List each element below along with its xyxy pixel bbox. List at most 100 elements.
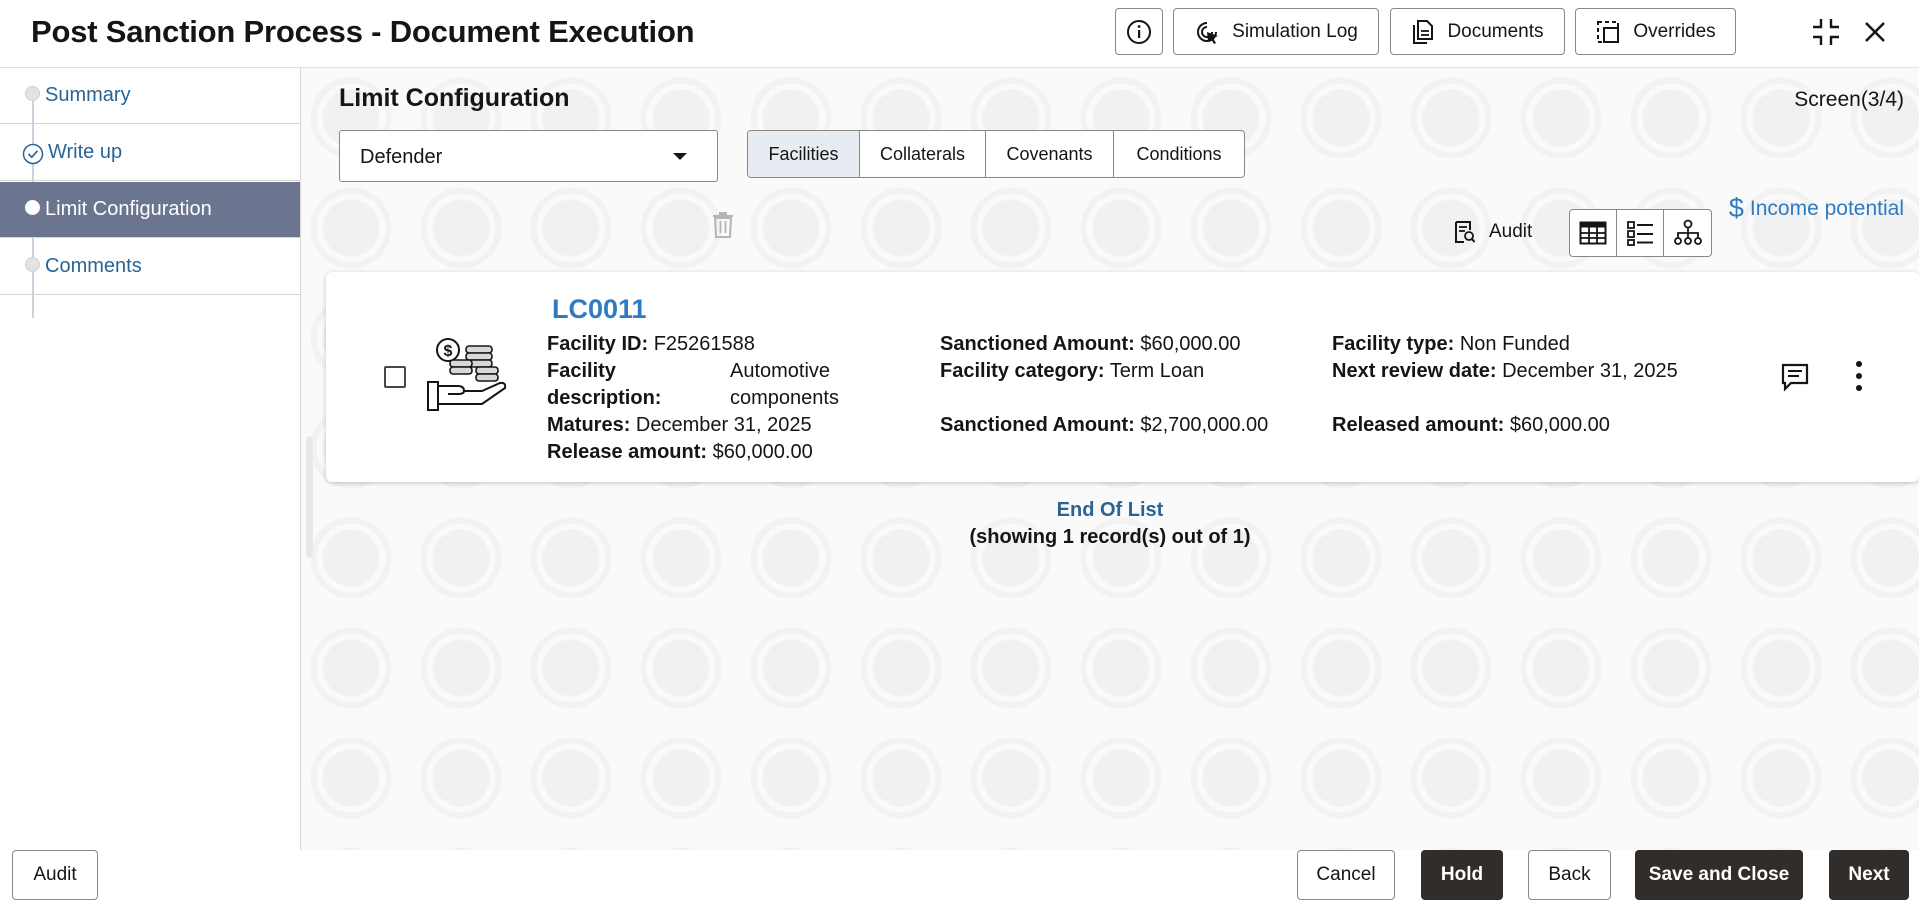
released-amount-value: $60,000.00 bbox=[1509, 414, 1610, 436]
facility-description-label: description: bbox=[547, 387, 662, 409]
income-potential-link[interactable]: $ Income potential bbox=[1729, 193, 1904, 224]
facility-category-label: Facility category: bbox=[940, 360, 1105, 382]
trash-icon bbox=[713, 212, 733, 238]
documents-label: Documents bbox=[1447, 20, 1544, 42]
close-button[interactable] bbox=[1855, 12, 1895, 52]
facility-id-field: Facility ID: F25261588 bbox=[547, 331, 755, 358]
cancel-button[interactable]: Cancel bbox=[1297, 850, 1395, 900]
released-amount-label: Released amount: bbox=[1332, 414, 1505, 436]
check-circle-icon bbox=[22, 143, 44, 165]
simulation-log-label: Simulation Log bbox=[1232, 20, 1358, 42]
chevron-down-icon bbox=[673, 153, 687, 160]
cursor-click-icon bbox=[1197, 21, 1219, 44]
facility-description-label: Facility bbox=[547, 360, 616, 382]
facility-id-value: F25261588 bbox=[653, 333, 755, 355]
facility-category-value: Term Loan bbox=[1109, 360, 1205, 382]
sanctioned-amount-2-label: Sanctioned Amount: bbox=[940, 414, 1135, 436]
hierarchy-view-button[interactable] bbox=[1664, 210, 1711, 256]
more-vertical-icon bbox=[1856, 361, 1862, 391]
next-button[interactable]: Next bbox=[1829, 850, 1909, 900]
sidebar-item-write-up[interactable]: Write up bbox=[0, 125, 300, 181]
tab-group: Facilities Collaterals Covenants Conditi… bbox=[747, 130, 1245, 178]
matures-value: December 31, 2025 bbox=[635, 414, 812, 436]
back-button[interactable]: Back bbox=[1528, 850, 1611, 900]
sanctioned-amount-value: $60,000.00 bbox=[1140, 333, 1241, 355]
view-toggle-group bbox=[1569, 209, 1712, 257]
facility-title-link[interactable]: LC0011 bbox=[552, 294, 647, 325]
sidebar-item-label: Write up bbox=[48, 141, 123, 163]
sidebar-item-summary[interactable]: Summary bbox=[0, 68, 300, 124]
facility-id-label: Facility ID: bbox=[547, 333, 649, 355]
audit-icon bbox=[1455, 221, 1475, 243]
facility-type-field: Facility type: Non Funded bbox=[1332, 331, 1570, 358]
income-potential-label: Income potential bbox=[1749, 196, 1904, 220]
section-title: Limit Configuration bbox=[339, 84, 570, 112]
svg-text:$: $ bbox=[444, 343, 453, 360]
collapse-button[interactable] bbox=[1806, 12, 1846, 52]
audit-label: Audit bbox=[1489, 221, 1533, 242]
release-amount-value: $60,000.00 bbox=[712, 441, 813, 463]
sanctioned-amount-2-field: Sanctioned Amount: $2,700,000.00 bbox=[940, 412, 1268, 439]
footer: Audit Cancel Hold Back Save and Close Ne… bbox=[0, 850, 1919, 900]
sanctioned-amount-field: Sanctioned Amount: $60,000.00 bbox=[940, 331, 1240, 358]
facility-type-value: Non Funded bbox=[1459, 333, 1570, 355]
sidebar-item-comments[interactable]: Comments bbox=[0, 239, 300, 295]
main-content: Limit Configuration Screen(3/4) Defender… bbox=[301, 68, 1919, 850]
facility-description-value: Automotive bbox=[730, 360, 831, 382]
released-amount-field: Released amount: $60,000.00 bbox=[1332, 412, 1610, 439]
next-review-label: Next review date: bbox=[1332, 360, 1497, 382]
sidebar-item-label: Limit Configuration bbox=[45, 198, 212, 220]
end-of-list: End Of List bbox=[1056, 499, 1164, 521]
facility-checkbox[interactable] bbox=[384, 366, 406, 388]
tab-facilities[interactable]: Facilities bbox=[748, 131, 860, 177]
audit-button[interactable]: Audit bbox=[12, 850, 98, 900]
audit-link[interactable]: Audit bbox=[1453, 220, 1532, 244]
more-options-button[interactable] bbox=[1854, 360, 1864, 397]
overrides-icon bbox=[1597, 20, 1620, 43]
sidebar-item-limit-configuration[interactable]: Limit Configuration bbox=[0, 182, 300, 238]
hold-button[interactable]: Hold bbox=[1421, 850, 1503, 900]
hierarchy-icon bbox=[1673, 219, 1702, 245]
facility-type-label: Facility type: bbox=[1332, 333, 1455, 355]
sidebar-item-label: Summary bbox=[45, 84, 131, 106]
info-button[interactable] bbox=[1115, 8, 1163, 55]
overrides-label: Overrides bbox=[1633, 20, 1716, 42]
hand-coins-icon: $ bbox=[427, 338, 507, 411]
matures-field: Matures: December 31, 2025 bbox=[547, 412, 812, 439]
documents-icon bbox=[1413, 19, 1434, 44]
page-title: Post Sanction Process - Document Executi… bbox=[31, 14, 695, 49]
tab-collaterals[interactable]: Collaterals bbox=[860, 131, 986, 177]
release-amount-label: Release amount: bbox=[547, 441, 708, 463]
tab-conditions[interactable]: Conditions bbox=[1114, 131, 1244, 177]
tab-covenants[interactable]: Covenants bbox=[986, 131, 1114, 177]
close-icon bbox=[1865, 22, 1885, 42]
delete-button[interactable] bbox=[711, 211, 735, 244]
next-review-field: Next review date: December 31, 2025 bbox=[1332, 358, 1678, 385]
dollar-icon: $ bbox=[1728, 193, 1744, 223]
screen-indicator: Screen(3/4) bbox=[1794, 88, 1904, 111]
facility-category-field: Facility category: Term Loan bbox=[940, 358, 1204, 385]
table-view-button[interactable] bbox=[1570, 210, 1617, 256]
facility-card: $ LC0011 Facility ID: F25261588 Facility… bbox=[326, 272, 1919, 482]
info-icon bbox=[1127, 19, 1151, 44]
customer-select[interactable]: Defender bbox=[339, 130, 718, 182]
release-amount-field: Release amount: $60,000.00 bbox=[547, 439, 813, 466]
step-dot-icon bbox=[25, 257, 40, 272]
save-and-close-button[interactable]: Save and Close bbox=[1635, 850, 1803, 900]
table-icon bbox=[1579, 221, 1607, 245]
collapse-icon bbox=[1813, 19, 1839, 45]
next-review-value: December 31, 2025 bbox=[1502, 360, 1678, 382]
overrides-button[interactable]: Overrides bbox=[1575, 8, 1736, 55]
comment-button[interactable] bbox=[1780, 362, 1810, 397]
documents-button[interactable]: Documents bbox=[1390, 8, 1565, 55]
sidebar-item-label: Comments bbox=[45, 255, 142, 277]
matures-label: Matures: bbox=[547, 414, 631, 436]
record-summary: (showing 1 record(s) out of 1) bbox=[969, 526, 1251, 548]
simulation-log-button[interactable]: Simulation Log bbox=[1173, 8, 1379, 55]
sidebar: Summary Write up Limit Configuration Com… bbox=[0, 68, 301, 850]
list-view-button[interactable] bbox=[1617, 210, 1664, 256]
header: Post Sanction Process - Document Executi… bbox=[0, 0, 1919, 68]
facility-description-value: components bbox=[730, 387, 839, 409]
sanctioned-amount-2-value: $2,700,000.00 bbox=[1140, 414, 1269, 436]
list-icon bbox=[1627, 221, 1653, 246]
